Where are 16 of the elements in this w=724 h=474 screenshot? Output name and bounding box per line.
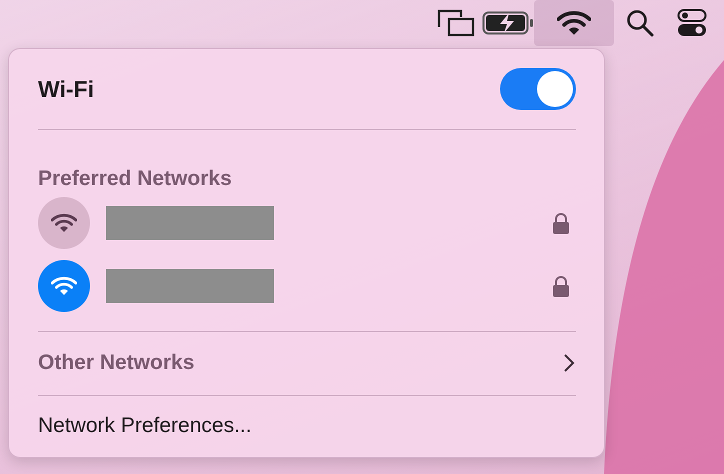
lock-icon [552, 212, 570, 234]
lock-icon [552, 274, 570, 297]
preferred-networks-heading: Preferred Networks [38, 167, 232, 192]
other-networks-item[interactable]: Other Networks [38, 332, 576, 395]
wifi-icon [557, 10, 591, 36]
control-center-icon[interactable] [677, 8, 707, 38]
wifi-toggle[interactable] [500, 68, 576, 110]
other-networks-label: Other Networks [38, 351, 194, 376]
wifi-icon [51, 276, 77, 296]
wifi-title: Wi-Fi [38, 76, 94, 103]
battery-charging-icon[interactable] [482, 11, 534, 35]
wifi-icon [51, 213, 77, 233]
windows-icon[interactable] [437, 9, 475, 37]
network-preferences-link[interactable]: Network Preferences... [38, 414, 252, 438]
search-icon[interactable] [626, 9, 654, 37]
wifi-menu-item[interactable] [534, 0, 614, 46]
